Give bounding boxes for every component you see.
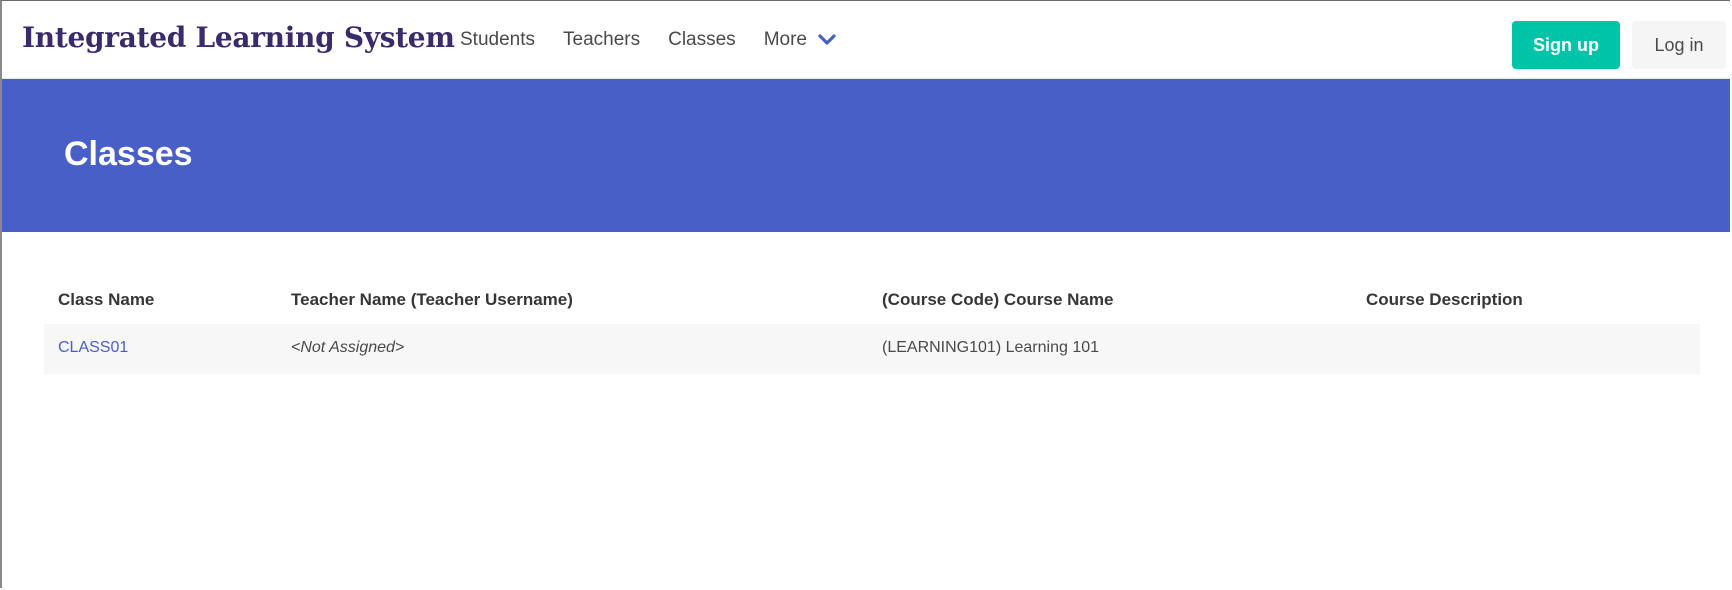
classes-table: Class Name Teacher Name (Teacher Usernam… [44,276,1700,374]
header-course-name: (Course Code) Course Name [882,290,1114,309]
top-navbar: Integrated Learning System Students Teac… [2,1,1730,79]
signup-button[interactable]: Sign up [1512,21,1620,69]
header-teacher-name: Teacher Name (Teacher Username) [291,290,573,309]
login-button[interactable]: Log in [1632,21,1726,69]
table-header-row: Class Name Teacher Name (Teacher Usernam… [44,276,1700,324]
nav-item-classes[interactable]: Classes [668,29,736,51]
header-course-description: Course Description [1366,290,1523,309]
page-hero-banner: Classes [2,79,1730,232]
header-class-name: Class Name [58,290,155,309]
nav-menu: Students Teachers Classes More [460,1,837,79]
nav-item-teachers[interactable]: Teachers [563,29,640,51]
nav-more-label: More [763,29,807,50]
course-name-cell: (LEARNING101) Learning 101 [882,339,1100,356]
table-row: CLASS01 <Not Assigned> (LEARNING101) Lea… [44,324,1700,374]
page-title: Classes [64,135,193,173]
nav-more-dropdown[interactable]: More [764,29,837,51]
teacher-name-cell: <Not Assigned> [291,339,405,356]
brand-logo[interactable]: Integrated Learning System [22,21,455,54]
nav-item-students[interactable]: Students [460,29,535,51]
chevron-down-icon [818,34,836,45]
class-name-link[interactable]: CLASS01 [58,339,128,357]
